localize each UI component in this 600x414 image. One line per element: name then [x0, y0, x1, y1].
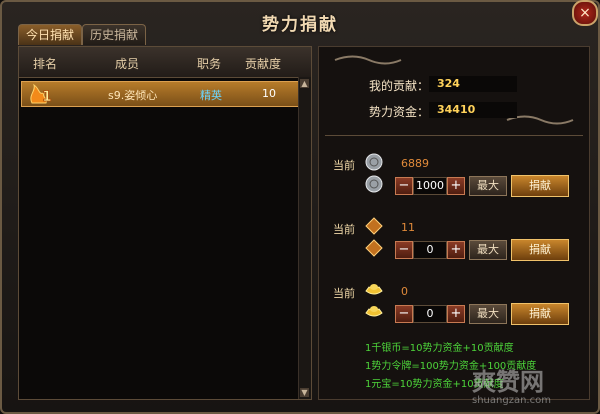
gold-ingot-icon: [365, 306, 383, 317]
header-position: 职务: [197, 57, 222, 71]
faction-funds-value: 34410: [429, 102, 517, 118]
member-name: s9.姿倾心: [108, 89, 158, 102]
my-contribution-value: 324: [429, 76, 517, 92]
header-contribution: 贡献度: [245, 57, 282, 71]
token-max-button[interactable]: 最大: [469, 240, 507, 260]
gold-increase-button[interactable]: +: [447, 305, 465, 323]
faction-token-icon: [365, 239, 383, 257]
watermark-url: shuangzan.com: [472, 395, 551, 406]
current-label: 当前: [333, 159, 355, 172]
close-button[interactable]: ×: [572, 0, 598, 26]
ranking-panel: 排名 成员 职务 贡献度 1 s9.姿倾心 精英 10 ▲ ▼: [18, 46, 312, 400]
faction-funds-label: 势力资金：: [369, 105, 430, 119]
member-position: 精英: [200, 89, 222, 102]
silver-max-button[interactable]: 最大: [469, 176, 507, 196]
faction-token-icon: [365, 217, 383, 235]
scroll-down-arrow-icon[interactable]: ▼: [300, 388, 309, 397]
gold-max-button[interactable]: 最大: [469, 304, 507, 324]
silver-current-value: 6889: [401, 157, 429, 170]
scroll-up-arrow-icon[interactable]: ▲: [300, 79, 309, 88]
token-increase-button[interactable]: +: [447, 241, 465, 259]
header-rank: 排名: [33, 57, 58, 71]
current-label: 当前: [333, 223, 355, 236]
token-current-value: 11: [401, 221, 415, 234]
silver-donate-button[interactable]: 捐献: [511, 175, 569, 197]
silver-decrease-button[interactable]: −: [395, 177, 413, 195]
donation-window: 势力捐献 × 今日捐献 历史捐献 排名 成员 职务 贡献度 1 s9.姿倾心 精…: [0, 0, 600, 414]
divider: [325, 135, 583, 136]
silver-coin-icon: [365, 175, 383, 193]
ranking-table-header: 排名 成员 职务 贡献度: [19, 47, 311, 78]
silver-amount-input[interactable]: 1000: [413, 177, 447, 195]
tab-history-donation[interactable]: 历史捐献: [82, 24, 147, 45]
contribution-info: 我的贡献： 324 势力资金： 34410: [319, 47, 589, 133]
gold-decrease-button[interactable]: −: [395, 305, 413, 323]
table-row[interactable]: 1 s9.姿倾心 精英 10: [21, 81, 299, 107]
tab-today-donation[interactable]: 今日捐献: [18, 24, 83, 45]
watermark: 爽赞网: [472, 368, 544, 396]
gold-ingot-icon: [365, 284, 383, 295]
header-member: 成员: [115, 57, 140, 71]
my-contribution-label: 我的贡献：: [369, 79, 430, 93]
gold-amount-input[interactable]: 0: [413, 305, 447, 323]
exchange-note: 1千银币=10势力资金+10贡献度: [365, 343, 514, 354]
scrollbar[interactable]: ▲ ▼: [298, 77, 311, 399]
rank-1-flame-icon: 1: [30, 83, 52, 105]
donation-panel: 我的贡献： 324 势力资金： 34410 当前 6889 − 1000 + 最…: [318, 46, 590, 400]
ornament-icon: [334, 55, 402, 65]
silver-increase-button[interactable]: +: [447, 177, 465, 195]
current-label: 当前: [333, 287, 355, 300]
rank-number: 1: [42, 89, 52, 105]
token-amount-input[interactable]: 0: [413, 241, 447, 259]
gold-current-value: 0: [401, 285, 408, 298]
silver-coin-icon: [365, 153, 383, 171]
member-contribution: 10: [262, 87, 276, 100]
gold-donate-button[interactable]: 捐献: [511, 303, 569, 325]
token-donate-button[interactable]: 捐献: [511, 239, 569, 261]
token-decrease-button[interactable]: −: [395, 241, 413, 259]
